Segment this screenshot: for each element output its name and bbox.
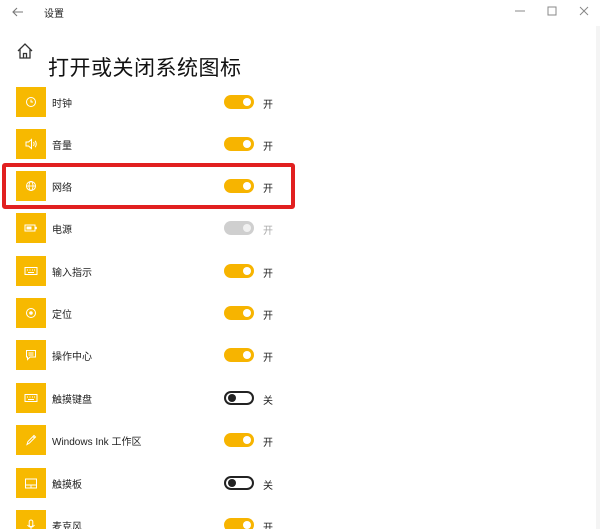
volume-tile [16, 129, 46, 159]
toggle-state-text: 开 [263, 226, 273, 237]
toggle-state-text: 开 [263, 100, 273, 111]
setting-row-touchpad: 触摸板 关 [0, 468, 600, 500]
home-icon [17, 43, 33, 59]
close-button[interactable] [568, 0, 600, 22]
setting-label: 触摸键盘 [52, 395, 92, 406]
maximize-icon [547, 6, 557, 16]
window-title: 设置 [44, 9, 64, 20]
touchpad-tile [16, 468, 46, 498]
clock-toggle[interactable] [224, 95, 254, 109]
setting-label: 定位 [52, 310, 72, 321]
battery-icon [24, 224, 37, 232]
clock-icon [26, 97, 36, 107]
setting-label: 电源 [52, 225, 72, 236]
windows-ink-tile [16, 425, 46, 455]
toggle-state-text: 开 [263, 438, 273, 449]
setting-row-clock: 时钟 开 [0, 87, 600, 119]
location-toggle[interactable] [224, 306, 254, 320]
setting-label: 时钟 [52, 99, 72, 110]
toggle-state-text: 开 [263, 523, 273, 529]
toggle-state-text: 关 [263, 396, 273, 407]
location-tile [16, 298, 46, 328]
input-indicator-toggle[interactable] [224, 264, 254, 278]
back-arrow-icon [12, 7, 23, 17]
toggle-state-text: 关 [263, 481, 273, 492]
setting-label: 输入指示 [52, 268, 92, 279]
setting-row-action-center: 操作中心 开 [0, 340, 600, 372]
highlight-annotation-box [2, 163, 295, 209]
action-center-toggle[interactable] [224, 348, 254, 362]
action-center-tile [16, 340, 46, 370]
scrollbar[interactable] [596, 26, 600, 529]
setting-label: 音量 [52, 141, 72, 152]
power-toggle [224, 221, 254, 235]
setting-row-volume: 音量 开 [0, 129, 600, 161]
volume-toggle[interactable] [224, 137, 254, 151]
touch-keyboard-icon [24, 394, 38, 402]
home-button[interactable] [16, 42, 34, 60]
toggle-state-text: 开 [263, 269, 273, 280]
setting-row-touch-keyboard: 触摸键盘 关 [0, 383, 600, 415]
setting-row-input-indicator: 输入指示 开 [0, 256, 600, 288]
action-center-icon [26, 350, 36, 361]
location-icon [26, 308, 36, 318]
microphone-tile [16, 510, 46, 529]
setting-label: Windows Ink 工作区 [52, 437, 142, 448]
touch-keyboard-tile [16, 383, 46, 413]
setting-row-windows-ink: Windows Ink 工作区 开 [0, 425, 600, 457]
title-bar: 设置 [0, 0, 600, 24]
setting-row-location: 定位 开 [0, 298, 600, 330]
close-icon [579, 6, 589, 16]
toggle-state-text: 开 [263, 353, 273, 364]
toggle-state-text: 开 [263, 142, 273, 153]
clock-tile [16, 87, 46, 117]
setting-row-power: 电源 开 [0, 213, 600, 245]
minimize-icon [515, 10, 525, 12]
setting-row-microphone: 麦克风 开 [0, 510, 600, 529]
toggle-state-text: 开 [263, 311, 273, 322]
page-title: 打开或关闭系统图标 [48, 57, 242, 81]
input-indicator-tile [16, 256, 46, 286]
volume-icon [25, 138, 37, 150]
back-button[interactable] [8, 2, 28, 22]
setting-label: 触摸板 [52, 480, 82, 491]
microphone-icon [27, 519, 35, 529]
touch-keyboard-toggle[interactable] [224, 391, 254, 405]
setting-label: 麦克风 [52, 522, 82, 529]
maximize-button[interactable] [536, 0, 568, 22]
microphone-toggle[interactable] [224, 518, 254, 529]
windows-ink-toggle[interactable] [224, 433, 254, 447]
setting-label: 操作中心 [52, 352, 92, 363]
touchpad-toggle[interactable] [224, 476, 254, 490]
power-tile [16, 213, 46, 243]
minimize-button[interactable] [504, 0, 536, 22]
touchpad-icon [25, 478, 37, 488]
settings-window: 设置 打开或关闭系统图标 时钟 开 音量 开 网络 开 电源 开 输入指示 开 … [0, 0, 600, 529]
keyboard-icon [24, 267, 38, 275]
pen-icon [26, 434, 37, 446]
